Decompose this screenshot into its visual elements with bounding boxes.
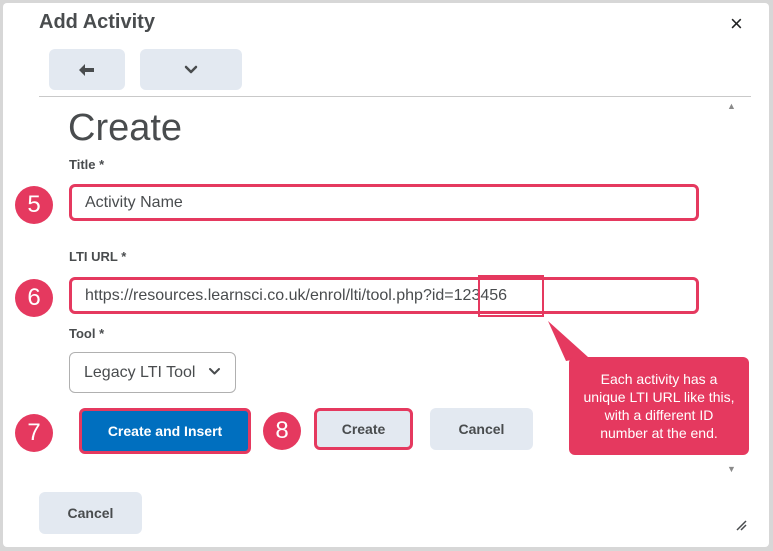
lti-url-label: LTI URL * <box>69 249 127 264</box>
create-button[interactable]: Create <box>314 408 413 450</box>
tool-label: Tool * <box>69 326 105 341</box>
id-highlight-box <box>478 275 544 317</box>
lti-url-field[interactable]: https://resources.learnsci.co.uk/enrol/l… <box>69 277 699 314</box>
title-field-value: Activity Name <box>85 193 183 211</box>
create-and-insert-button[interactable]: Create and Insert <box>79 408 251 454</box>
more-menu-button[interactable] <box>140 49 242 90</box>
lti-url-value: https://resources.learnsci.co.uk/enrol/l… <box>85 286 454 304</box>
cancel-button[interactable]: Cancel <box>430 408 533 450</box>
resize-grip-icon[interactable] <box>735 519 747 531</box>
footer-cancel-button[interactable]: Cancel <box>39 492 142 534</box>
back-button[interactable] <box>49 49 125 90</box>
header-divider <box>39 96 751 97</box>
step-marker-6: 6 <box>15 279 53 317</box>
step-marker-8: 8 <box>263 412 301 450</box>
title-label: Title * <box>69 157 105 172</box>
tool-select[interactable]: Legacy LTI Tool <box>69 352 236 393</box>
dialog-title: Add Activity <box>39 11 155 33</box>
step-marker-7: 7 <box>15 414 53 452</box>
scroll-up-icon[interactable]: ▲ <box>727 101 736 111</box>
arrow-left-icon <box>79 63 94 76</box>
callout-note: Each activity has a unique LTI URL like … <box>569 357 749 455</box>
page-title: Create <box>68 107 183 149</box>
chevron-down-icon <box>184 65 198 73</box>
scroll-down-icon[interactable]: ▼ <box>727 464 736 474</box>
close-icon[interactable]: × <box>730 13 743 35</box>
tool-select-value: Legacy LTI Tool <box>84 363 196 381</box>
chevron-down-icon <box>209 368 220 375</box>
title-field[interactable]: Activity Name <box>69 184 699 221</box>
add-activity-dialog: Add Activity × ▲ ▼ Create Title * Activi… <box>3 3 769 547</box>
step-marker-5: 5 <box>15 186 53 224</box>
callout-pointer <box>548 321 588 361</box>
